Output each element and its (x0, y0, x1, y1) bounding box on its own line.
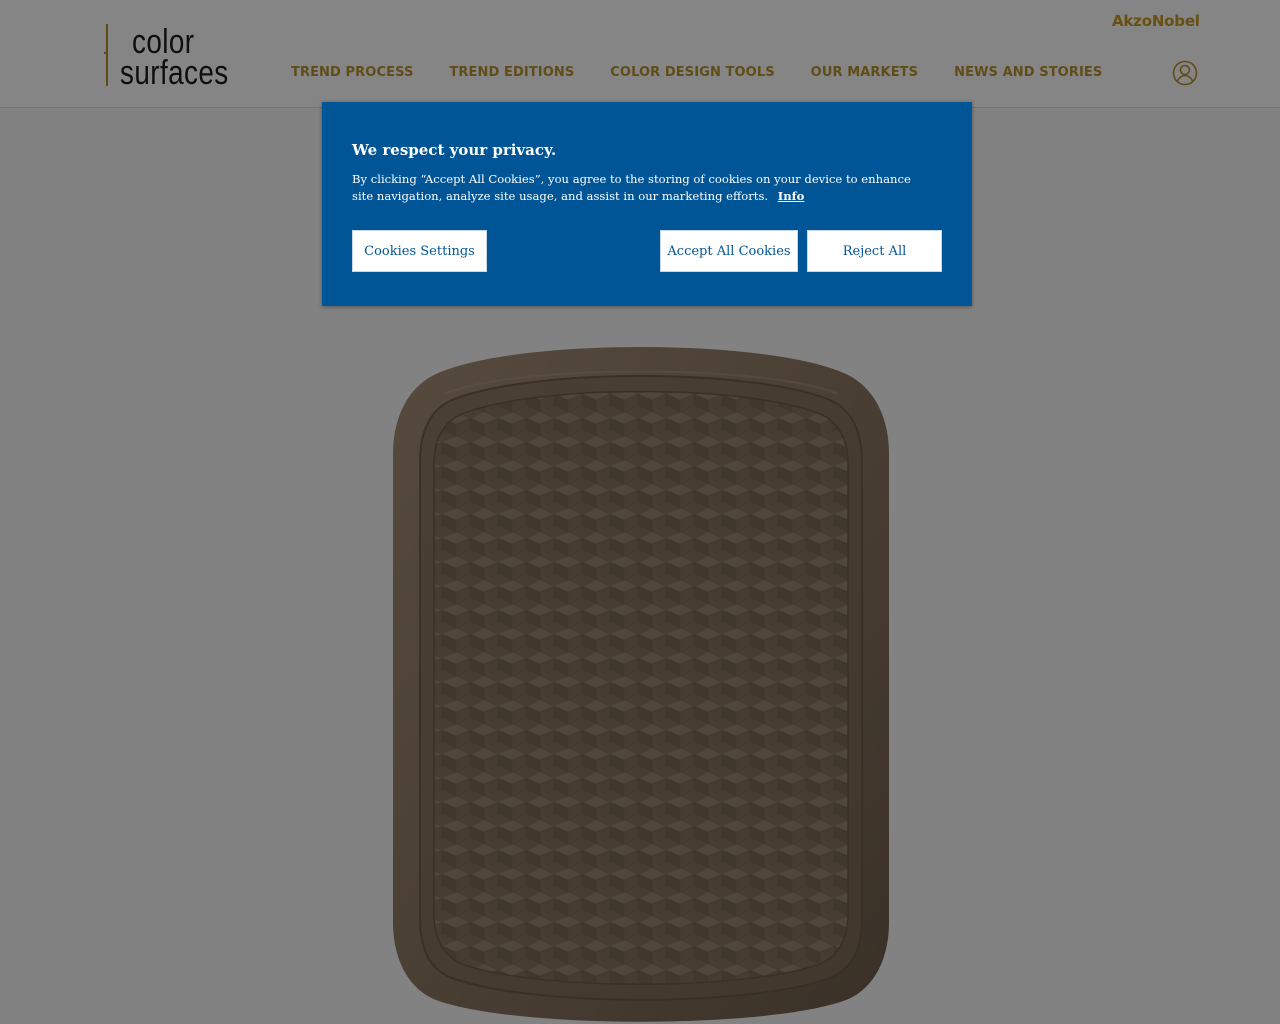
cookies-settings-button[interactable]: Cookies Settings (352, 230, 487, 272)
cookie-description: By clicking “Accept All Cookies”, you ag… (352, 171, 932, 205)
cookie-description-text: By clicking “Accept All Cookies”, you ag… (352, 172, 911, 203)
page: color surfaces AkzoNobel TREND PROCESS T… (0, 0, 1280, 1024)
cookie-consent-banner: We respect your privacy. By clicking “Ac… (322, 102, 972, 306)
cookie-info-link[interactable]: Info (778, 189, 805, 203)
reject-all-button[interactable]: Reject All (807, 230, 942, 272)
cookie-title: We respect your privacy. (352, 141, 557, 159)
accept-all-cookies-button[interactable]: Accept All Cookies (660, 230, 798, 272)
